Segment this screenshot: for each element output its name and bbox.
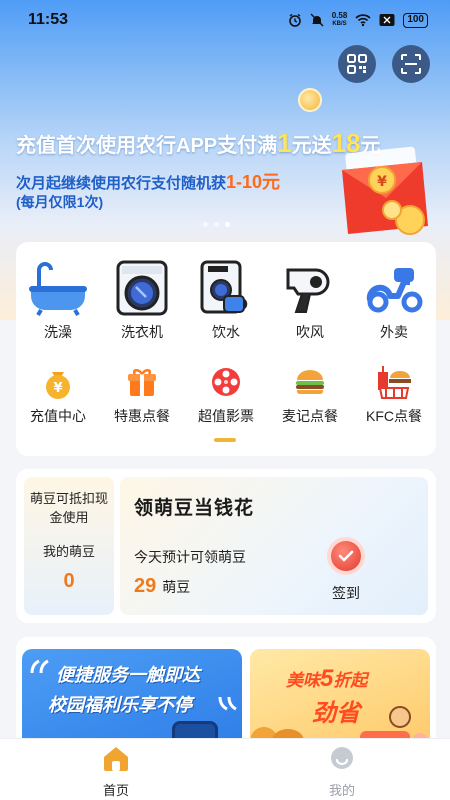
service-label: KFC点餐 — [366, 408, 422, 424]
net-speed: 0.58 KB/S — [332, 12, 348, 28]
banner-subtitle-highlight: 1-10元 — [226, 172, 281, 192]
signin-circle[interactable] — [327, 537, 365, 575]
hair-dryer-icon — [286, 268, 330, 313]
service-label: 充值中心 — [30, 408, 86, 424]
service-movie[interactable]: 超值影票 — [184, 364, 268, 426]
status-bar: 11:53 0.58 KB/S 100 — [0, 0, 450, 40]
quote-close-icon — [218, 696, 237, 711]
promo-b-number: 5 — [320, 665, 334, 692]
coin-decoration-icon — [298, 88, 322, 112]
mute-icon — [310, 13, 324, 27]
net-speed-unit: KB/S — [332, 21, 347, 27]
promo-a-line2: 校园福利乐享不停 — [48, 695, 192, 715]
promo-b-text: 美味 — [286, 671, 320, 690]
checkmark-icon — [338, 550, 354, 562]
service-washer[interactable]: 洗衣机 — [100, 260, 184, 342]
scan-icon — [401, 54, 421, 74]
washing-machine-icon — [116, 260, 168, 316]
banner-note: (每月仅限1次) — [16, 194, 104, 210]
banner-title-text: 充值首次使用农行APP支付满 — [16, 135, 278, 157]
nav-mine[interactable]: 我的 — [302, 745, 382, 799]
service-label: 洗衣机 — [121, 324, 163, 340]
my-beans-panel[interactable]: 萌豆可抵扣现金使用 我的萌豆 0 — [24, 477, 114, 615]
service-label: 吹风 — [296, 324, 324, 340]
promo-b-text: 折起 — [333, 671, 368, 690]
banner-title-text: 元送 — [291, 135, 332, 157]
service-dryer[interactable]: 吹风 — [268, 260, 352, 342]
banner-title: 充值首次使用农行APP支付满1元送18元 — [16, 128, 381, 159]
service-mcd[interactable]: 麦记点餐 — [268, 364, 352, 426]
status-time: 11:53 — [28, 11, 69, 28]
service-recharge[interactable]: ¥ 充值中心 — [16, 364, 100, 426]
bottom-nav: 首页 我的 — [0, 738, 450, 800]
service-label: 饮水 — [212, 324, 240, 340]
fast-food-icon — [378, 366, 411, 399]
service-page-indicator — [214, 438, 236, 442]
beans-estimate-value: 29 — [134, 575, 157, 597]
film-reel-icon — [212, 368, 240, 396]
service-kfc[interactable]: KFC点餐 — [352, 364, 436, 426]
banner-title-highlight: 1 — [277, 128, 292, 158]
nav-home-label: 首页 — [102, 783, 129, 798]
my-beans-value: 0 — [63, 570, 75, 592]
pager-dot-active — [225, 222, 230, 227]
signin-label: 签到 — [332, 585, 360, 601]
quote-open-icon — [30, 659, 49, 674]
net-speed-value: 0.58 — [331, 11, 348, 20]
beans-description: 萌豆可抵扣现金使用 — [30, 491, 109, 525]
earn-beans-panel: 领萌豆当钱花 今天预计可领萌豆 29 萌豆 签到 — [120, 477, 428, 615]
service-grid: 洗澡 洗衣机 饮水 吹风 外卖 ¥ 充值中心 特惠点餐 超值影票 麦记点餐 KF… — [16, 242, 436, 456]
service-special-meal[interactable]: 特惠点餐 — [100, 364, 184, 426]
water-dispenser-icon — [200, 260, 248, 314]
wifi-icon — [355, 14, 371, 27]
service-delivery[interactable]: 外卖 — [352, 260, 436, 342]
status-icons: 0.58 KB/S 100 — [288, 12, 428, 28]
red-envelope-illustration: ¥ — [342, 146, 428, 235]
food-discount-promo[interactable]: 美味5折起 劲省 — [250, 649, 430, 747]
service-water[interactable]: 饮水 — [184, 260, 268, 342]
qrcode-button[interactable] — [338, 45, 376, 83]
alarm-icon — [288, 13, 301, 27]
gift-box-icon — [128, 369, 156, 396]
service-label: 洗澡 — [44, 324, 72, 340]
sim-icon — [379, 14, 395, 26]
promo-b-line1: 美味5折起 — [286, 665, 367, 693]
service-bath[interactable]: 洗澡 — [16, 260, 100, 342]
scan-button[interactable] — [392, 45, 430, 83]
beans-estimate: 29 萌豆 — [134, 575, 190, 598]
svg-text:¥: ¥ — [377, 174, 387, 190]
svg-text:¥: ¥ — [53, 381, 62, 396]
banner-pager — [203, 222, 230, 227]
beans-estimate-label: 今天预计可领萌豆 — [134, 549, 246, 565]
nav-mine-label: 我的 — [328, 783, 355, 798]
scooter-icon — [366, 268, 423, 313]
home-icon — [104, 747, 128, 771]
money-bag-icon: ¥ — [46, 372, 70, 399]
pager-dot — [214, 222, 219, 227]
beans-title: 领萌豆当钱花 — [134, 498, 255, 519]
banner-subtitle-text: 次月起继续使用农行支付随机获 — [16, 175, 227, 192]
my-beans-label: 我的萌豆 — [42, 544, 95, 559]
beans-card: 萌豆可抵扣现金使用 我的萌豆 0 领萌豆当钱花 今天预计可领萌豆 29 萌豆 签到 — [16, 469, 436, 623]
bathtub-icon — [29, 262, 87, 316]
campus-service-promo[interactable]: 便捷服务一触即达 校园福利乐享不停 — [22, 649, 242, 747]
banner-subtitle: 次月起继续使用农行支付随机获1-10元 — [16, 168, 280, 194]
service-label: 外卖 — [380, 324, 408, 340]
beans-estimate-unit: 萌豆 — [162, 579, 191, 595]
qrcode-icon — [347, 54, 367, 74]
pager-dot — [203, 222, 208, 227]
smiley-icon — [331, 747, 353, 769]
battery-indicator: 100 — [403, 12, 428, 28]
service-label: 特惠点餐 — [114, 408, 170, 424]
promo-a-line1: 便捷服务一触即达 — [56, 665, 200, 685]
signin-button[interactable]: 签到 — [316, 537, 376, 603]
service-label: 超值影票 — [198, 408, 254, 424]
nav-home[interactable]: 首页 — [76, 745, 156, 799]
service-label: 麦记点餐 — [282, 408, 338, 424]
promo-section: 便捷服务一触即达 校园福利乐享不停 美味5折起 劲省 — [16, 637, 436, 747]
burger-icon — [296, 370, 324, 395]
